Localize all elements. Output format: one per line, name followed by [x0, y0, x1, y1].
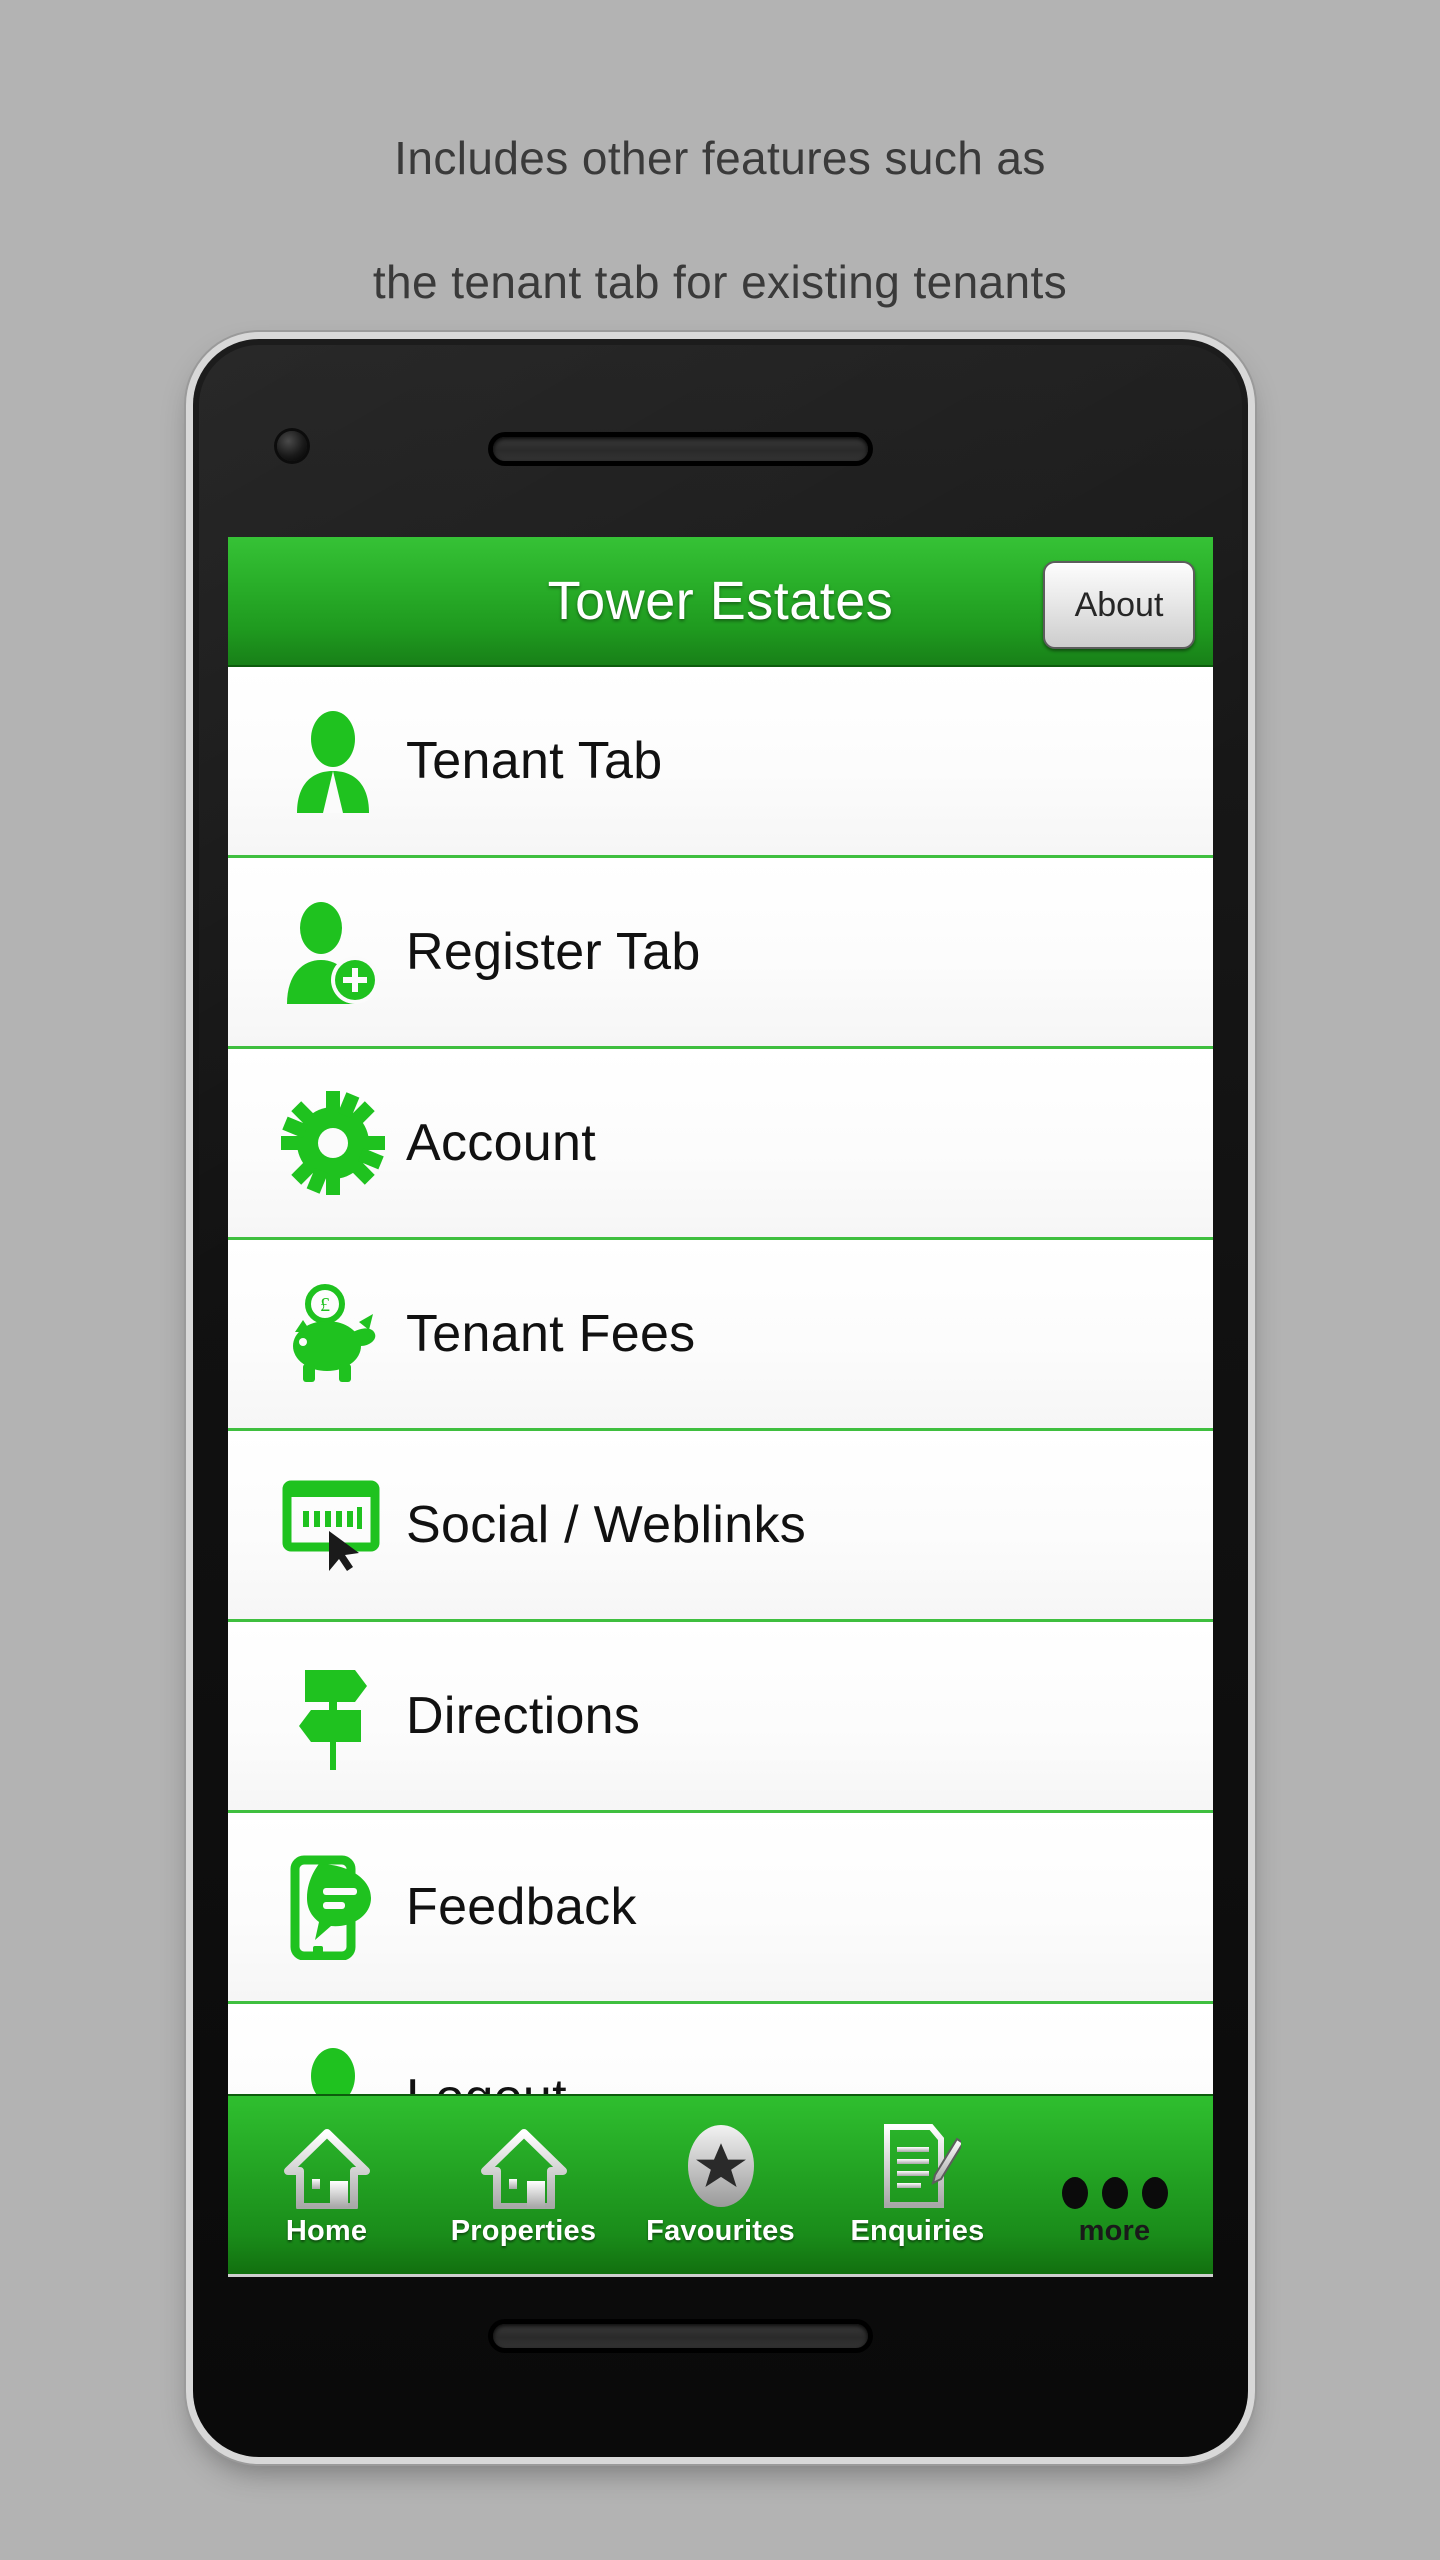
star-oval-icon: [682, 2123, 760, 2209]
menu-item-label: Account: [406, 1114, 596, 1172]
caption-block: Includes other features such as the tena…: [0, 96, 1440, 344]
notepad-pen-icon: [875, 2123, 961, 2209]
svg-text:£: £: [320, 1294, 330, 1316]
menu-item-label: Directions: [406, 1687, 641, 1745]
caption-line-2: the tenant tab for existing tenants: [372, 256, 1068, 308]
signpost-icon: [260, 1661, 406, 1771]
tab-label: Favourites: [646, 2214, 795, 2247]
ellipsis-icon: [1061, 2123, 1168, 2209]
tab-label: more: [1078, 2214, 1151, 2247]
menu-item-feedback[interactable]: Feedback: [228, 1813, 1213, 2004]
person-add-icon: [260, 897, 406, 1007]
phone-chat-icon: [260, 1852, 406, 1962]
menu-item-directions[interactable]: Directions: [228, 1622, 1213, 1813]
piggy-bank-icon: £: [260, 1279, 406, 1389]
house-icon: [283, 2123, 370, 2209]
bottom-speaker: [493, 2324, 868, 2348]
menu-item-label: Social / Weblinks: [406, 1496, 807, 1554]
tab-more[interactable]: more: [1016, 2096, 1213, 2274]
menu-item-account[interactable]: Account: [228, 1049, 1213, 1240]
dot: [1101, 2176, 1128, 2209]
app-title: Tower Estates: [547, 571, 894, 631]
tab-favourites[interactable]: Favourites: [622, 2096, 819, 2274]
caption-line-1: Includes other features such as: [394, 132, 1046, 184]
gear-icon: [260, 1088, 406, 1198]
front-camera-icon: [277, 431, 307, 461]
house-icon: [480, 2123, 567, 2209]
menu-item-label: Tenant Fees: [406, 1305, 696, 1363]
phone-screen: Tower Estates About Tenant Tab Register …: [228, 537, 1213, 2277]
tab-label: Enquiries: [850, 2214, 985, 2247]
about-button[interactable]: About: [1043, 561, 1195, 649]
menu-item-social-weblinks[interactable]: Social / Weblinks: [228, 1431, 1213, 1622]
main-menu-list: Tenant Tab Register Tab Account £ Tenant…: [228, 667, 1213, 2192]
menu-item-label: Tenant Tab: [406, 732, 663, 790]
person-icon: [260, 706, 406, 816]
menu-item-label: Register Tab: [406, 923, 701, 981]
browser-window-icon: [260, 1470, 406, 1580]
menu-item-tenant-tab[interactable]: Tenant Tab: [228, 667, 1213, 858]
tab-label: Properties: [450, 2214, 597, 2247]
app-titlebar: Tower Estates About: [228, 537, 1213, 667]
earpiece-speaker: [493, 437, 868, 461]
menu-item-register-tab[interactable]: Register Tab: [228, 858, 1213, 1049]
tab-enquiries[interactable]: Enquiries: [819, 2096, 1016, 2274]
bottom-tabbar: Home Properties Favourites Enquiries mor…: [228, 2094, 1213, 2277]
tab-label: Home: [285, 2214, 368, 2247]
menu-item-label: Feedback: [406, 1878, 637, 1936]
dot: [1061, 2176, 1088, 2209]
tab-properties[interactable]: Properties: [425, 2096, 622, 2274]
phone-mockup: Tower Estates About Tenant Tab Register …: [193, 339, 1248, 2457]
menu-item-tenant-fees[interactable]: £ Tenant Fees: [228, 1240, 1213, 1431]
tab-home[interactable]: Home: [228, 2096, 425, 2274]
dot: [1141, 2176, 1168, 2209]
